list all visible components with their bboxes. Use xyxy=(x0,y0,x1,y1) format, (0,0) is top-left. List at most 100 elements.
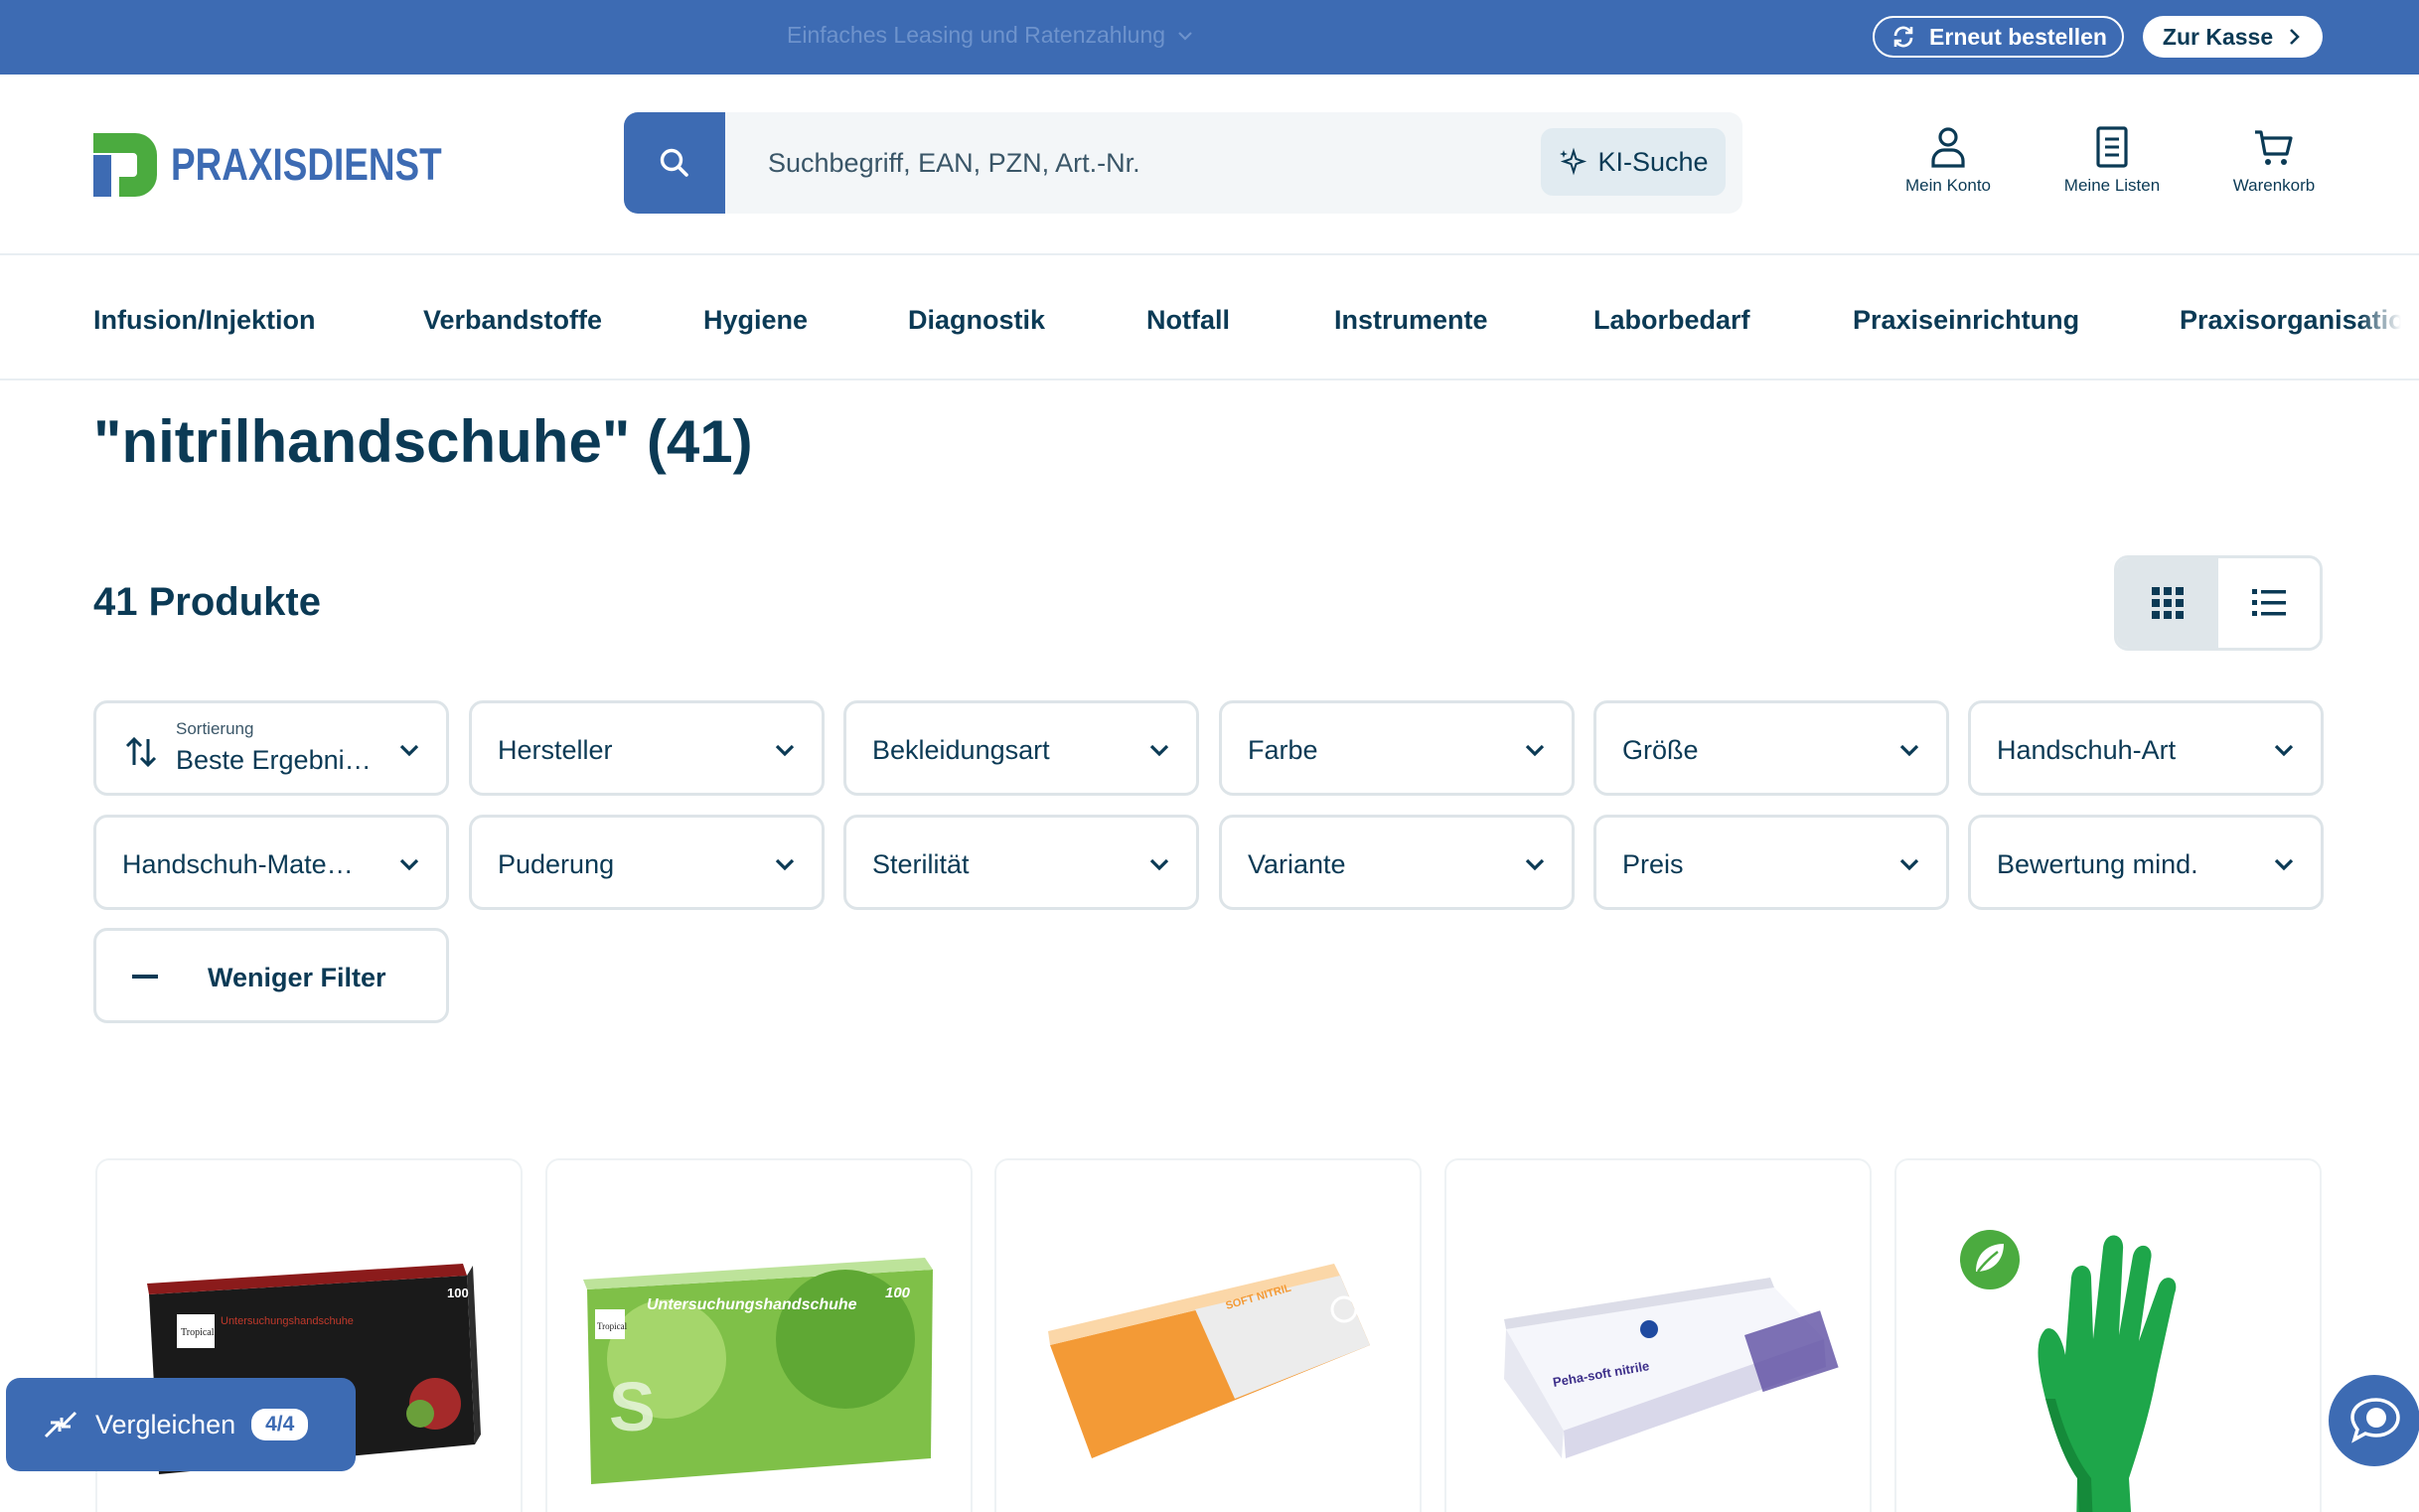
filter-puderung[interactable]: Puderung xyxy=(469,815,825,910)
product-card[interactable]: Peha-soft nitrile xyxy=(1444,1158,1872,1512)
filter-bekleidungsart[interactable]: Bekleidungsart xyxy=(843,700,1199,796)
product-image: Peha-soft nitrile xyxy=(1504,1278,1839,1458)
ki-search-button[interactable]: KI-Suche xyxy=(1541,128,1726,196)
product-image xyxy=(1960,1230,2177,1512)
product-brand: Tropical xyxy=(181,1327,215,1338)
chevron-right-icon xyxy=(2290,29,2300,45)
ki-search-label: KI-Suche xyxy=(1597,146,1709,177)
filter-handschuh-material[interactable]: Handschuh-Material xyxy=(93,815,449,910)
nav-item-infusion[interactable]: Infusion/Injektion xyxy=(93,305,316,336)
grid-view-button[interactable] xyxy=(2117,558,2218,648)
minus-icon xyxy=(132,975,158,979)
list-view-button[interactable] xyxy=(2218,558,2320,648)
search-button[interactable] xyxy=(624,112,725,214)
promo-link[interactable]: Einfaches Leasing und Ratenzahlung xyxy=(787,22,1195,49)
search-bar: KI-Suche xyxy=(624,112,1742,214)
sparkle-icon xyxy=(1560,147,1587,176)
chevron-down-icon xyxy=(1525,858,1545,871)
less-filter-button[interactable]: Weniger Filter xyxy=(93,928,449,1023)
product-card[interactable] xyxy=(1894,1158,2322,1512)
filter-preis[interactable]: Preis xyxy=(1593,815,1949,910)
nav-item-notfall[interactable]: Notfall xyxy=(1146,305,1230,336)
sort-dropdown[interactable]: Sortierung Beste Ergebnisse xyxy=(93,700,449,796)
svg-text:S: S xyxy=(609,1368,656,1445)
logo[interactable]: PRAXISDIENST xyxy=(93,133,502,197)
filter-hersteller[interactable]: Hersteller xyxy=(469,700,825,796)
page-title: "nitrilhandschuhe" (41) xyxy=(93,408,753,475)
chevron-down-icon xyxy=(1525,744,1545,757)
filter-label: Handschuh-Art xyxy=(1997,735,2177,765)
filter-label: Handschuh-Material xyxy=(122,849,361,879)
sort-arrows-icon xyxy=(125,736,157,768)
grid-icon xyxy=(2152,587,2184,619)
compare-arrows-icon xyxy=(44,1411,77,1438)
product-box-count: 100 xyxy=(885,1285,911,1301)
category-nav: Infusion/Injektion Verbandstoffe Hygiene… xyxy=(0,255,2419,380)
product-box-text: Untersuchungshandschuhe xyxy=(647,1296,857,1313)
filter-label: Variante xyxy=(1248,849,1346,879)
header: PRAXISDIENST KI-Suche Mein Konto Meine L… xyxy=(0,75,2419,255)
cart-icon xyxy=(2255,130,2293,165)
filter-label: Bewertung mind. xyxy=(1997,849,2198,879)
less-filter-label: Weniger Filter xyxy=(208,963,386,992)
filter-bewertung[interactable]: Bewertung mind. xyxy=(1968,815,2324,910)
chat-button[interactable] xyxy=(2329,1375,2419,1466)
user-icon xyxy=(1931,127,1965,168)
nav-item-verbandstoffe[interactable]: Verbandstoffe xyxy=(423,305,602,336)
nav-item-laborbedarf[interactable]: Laborbedarf xyxy=(1593,305,1750,336)
filter-label: Bekleidungsart xyxy=(872,735,1050,765)
search-input[interactable] xyxy=(768,142,1523,184)
logo-text: PRAXISDIENST xyxy=(171,139,442,190)
lists-link[interactable]: Meine Listen xyxy=(2047,126,2177,196)
sort-value: Beste Ergebnisse xyxy=(176,745,373,775)
nav-item-hygiene[interactable]: Hygiene xyxy=(703,305,808,336)
chevron-down-icon xyxy=(2274,744,2294,757)
cart-link[interactable]: Warenkorb xyxy=(2209,126,2339,196)
filter-farbe[interactable]: Farbe xyxy=(1219,700,1575,796)
chevron-down-icon xyxy=(399,744,419,757)
product-count: 41 Produkte xyxy=(93,580,321,624)
chevron-down-icon xyxy=(1899,744,1919,757)
filter-label: Größe xyxy=(1622,735,1699,765)
checkout-label: Zur Kasse xyxy=(2162,23,2274,50)
view-toggle xyxy=(2114,555,2323,651)
filter-handschuh-art[interactable]: Handschuh-Art xyxy=(1968,700,2324,796)
product-card[interactable]: SOFT NITRIL xyxy=(994,1158,1422,1512)
praxisdienst-logo-icon xyxy=(93,133,157,197)
filter-label: Sterilität xyxy=(872,849,970,879)
nav-item-instrumente[interactable]: Instrumente xyxy=(1334,305,1488,336)
chevron-down-icon xyxy=(775,744,795,757)
account-label: Mein Konto xyxy=(1905,176,1991,195)
cart-label: Warenkorb xyxy=(2232,176,2316,195)
filter-variante[interactable]: Variante xyxy=(1219,815,1575,910)
chevron-down-icon xyxy=(399,858,419,871)
nav-item-diagnostik[interactable]: Diagnostik xyxy=(908,305,1045,336)
compare-button[interactable]: Vergleichen 4/4 xyxy=(6,1378,356,1471)
sort-caption: Sortierung xyxy=(176,719,254,738)
compare-label: Vergleichen xyxy=(95,1409,236,1439)
filter-label: Preis xyxy=(1622,849,1684,879)
checkout-button[interactable]: Zur Kasse xyxy=(2143,16,2323,58)
filter-label: Puderung xyxy=(498,849,615,879)
reorder-button[interactable]: Erneut bestellen xyxy=(1873,16,2124,58)
account-link[interactable]: Mein Konto xyxy=(1884,126,2013,196)
nav-item-praxiseinrichtung[interactable]: Praxiseinrichtung xyxy=(1853,305,2079,336)
chevron-down-icon xyxy=(1899,858,1919,871)
filter-groesse[interactable]: Größe xyxy=(1593,700,1949,796)
product-card[interactable]: Untersuchungshandschuhe 100 Tropical S xyxy=(545,1158,973,1512)
chevron-down-icon xyxy=(1149,744,1169,757)
nav-fade xyxy=(2359,255,2419,378)
filter-label: Farbe xyxy=(1248,735,1318,765)
product-brand: Tropical xyxy=(597,1321,628,1331)
product-box-text: Untersuchungshandschuhe xyxy=(221,1315,354,1327)
product-image: SOFT NITRIL xyxy=(1048,1264,1370,1458)
search-icon xyxy=(660,148,688,177)
lists-label: Meine Listen xyxy=(2063,176,2161,195)
product-image: Untersuchungshandschuhe 100 Tropical S xyxy=(583,1258,933,1484)
list-document-icon xyxy=(2096,126,2128,168)
refresh-icon xyxy=(1893,26,1913,48)
filter-sterilitaet[interactable]: Sterilität xyxy=(843,815,1199,910)
chevron-down-icon xyxy=(2274,858,2294,871)
chevron-down-icon xyxy=(775,858,795,871)
top-bar: Einfaches Leasing und Ratenzahlung Erneu… xyxy=(0,0,2419,75)
